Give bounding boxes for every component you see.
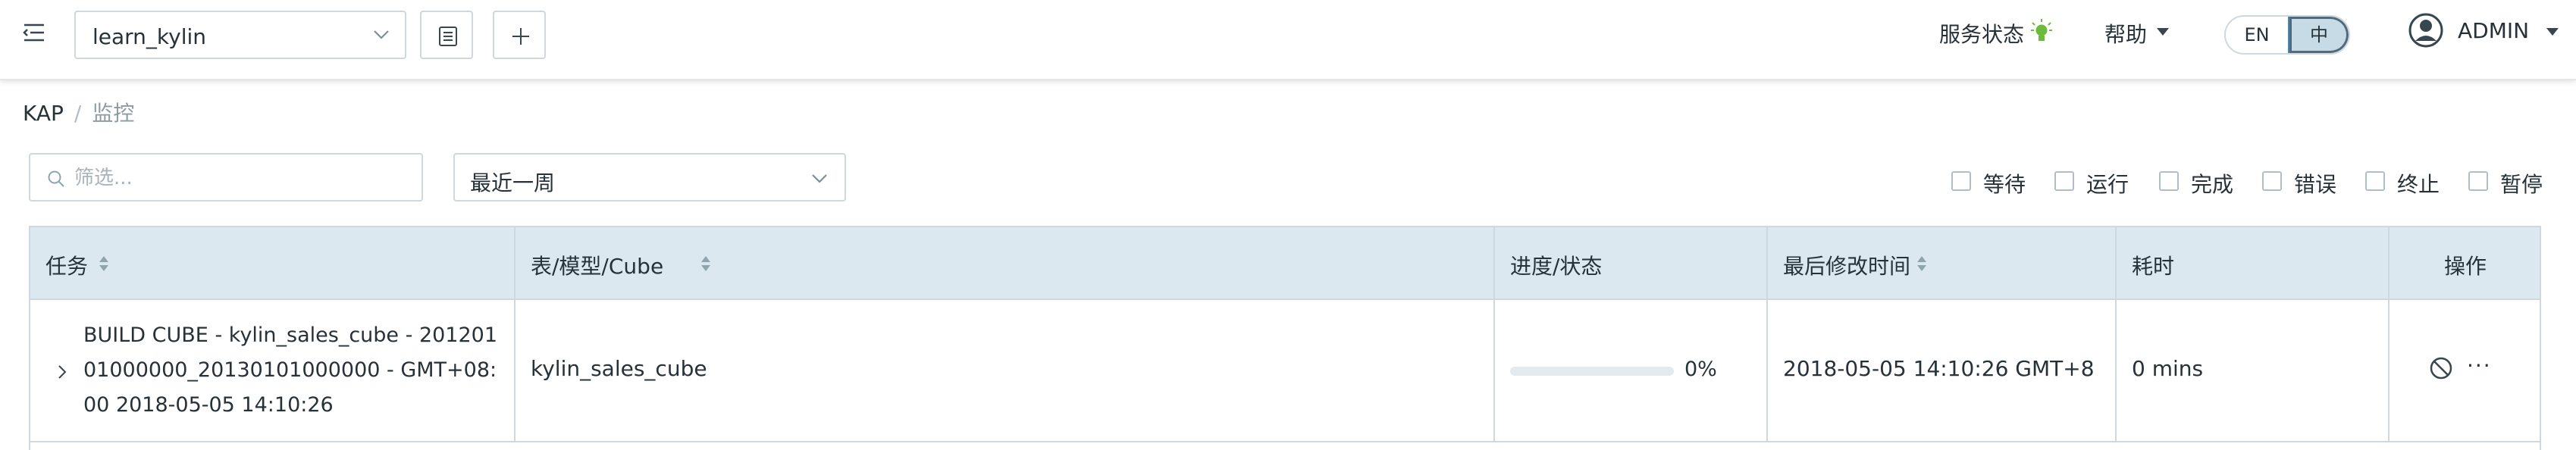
target-cell: kylin_sales_cube — [516, 300, 1495, 441]
project-select-value: learn_kylin — [92, 24, 207, 49]
sort-icon[interactable] — [99, 253, 109, 274]
time-range-value: 最近一周 — [470, 170, 556, 195]
column-header-label: 操作 — [2444, 254, 2487, 279]
progress-percent: 0% — [1684, 358, 1717, 381]
search-input[interactable] — [74, 164, 408, 192]
caret-down-icon[interactable] — [2156, 27, 2170, 36]
status-filter-label: 错误 — [2294, 172, 2337, 197]
job-name: BUILD CUBE - kylin_sales_cube - 20120101… — [83, 323, 498, 417]
column-header-label: 进度/状态 — [1510, 254, 1603, 279]
top-bar: learn_kylin 服务状态 帮助 EN 中 ADMIN — [0, 0, 2576, 80]
checkbox[interactable] — [1951, 171, 1971, 191]
table-row — [30, 442, 2540, 450]
checkbox[interactable] — [2159, 171, 2179, 191]
search-icon — [48, 170, 64, 187]
column-header-last-modified[interactable]: 最后修改时间 — [1768, 227, 2117, 300]
column-header-label: 表/模型/Cube — [531, 254, 664, 279]
hamburger-icon[interactable] — [23, 21, 45, 44]
project-select[interactable]: learn_kylin — [74, 11, 406, 59]
chevron-down-icon — [374, 30, 389, 39]
lang-zh-option[interactable]: 中 — [2288, 17, 2349, 53]
column-header-actions: 操作 — [2390, 227, 2540, 300]
column-header-job[interactable]: 任务 — [30, 227, 516, 300]
status-filter-label: 暂停 — [2500, 172, 2543, 197]
table-row[interactable]: BUILD CUBE - kylin_sales_cube - 20120101… — [30, 300, 2540, 442]
column-header-target[interactable]: 表/模型/Cube — [516, 227, 1495, 300]
status-filter-label: 完成 — [2191, 172, 2234, 197]
search-field[interactable] — [29, 153, 423, 202]
sort-icon[interactable] — [700, 253, 711, 274]
breadcrumb: KAP / 监控 — [23, 97, 134, 127]
column-header-progress: 进度/状态 — [1495, 227, 1768, 300]
list-icon — [439, 27, 457, 46]
actions-cell: ··· — [2390, 300, 2540, 441]
service-status-label[interactable]: 服务状态 — [1939, 18, 2024, 48]
last-modified-time: 2018-05-05 14:10:26 GMT+8 — [1783, 356, 2095, 381]
breadcrumb-current: 监控 — [92, 101, 135, 126]
progress-cell: 0% — [1495, 300, 1768, 441]
chevron-down-icon — [812, 174, 827, 183]
project-list-button[interactable] — [420, 11, 473, 59]
duration-value: 0 mins — [2132, 356, 2204, 381]
last-modified-cell: 2018-05-05 14:10:26 GMT+8 — [1768, 300, 2117, 441]
time-range-select[interactable]: 最近一周 — [453, 153, 846, 202]
job-cell: BUILD CUBE - kylin_sales_cube - 20120101… — [30, 300, 516, 441]
caret-down-icon[interactable] — [2546, 27, 2559, 36]
status-filter-label: 运行 — [2086, 172, 2129, 197]
progress-bar — [1510, 367, 1674, 376]
breadcrumb-root[interactable]: KAP — [23, 101, 64, 126]
user-circle-icon[interactable] — [2408, 12, 2444, 48]
column-header-duration: 耗时 — [2117, 227, 2390, 300]
jobs-table: 任务 表/模型/Cube 进度/状态 最后修改时间 耗时 操作 BUILD CU… — [29, 226, 2541, 450]
status-filter-label: 等待 — [1983, 172, 2026, 197]
user-menu[interactable]: ADMIN — [2458, 18, 2529, 43]
checkbox[interactable] — [2054, 171, 2074, 191]
chevron-right-icon[interactable] — [56, 364, 68, 380]
duration-cell: 0 mins — [2117, 300, 2390, 441]
more-icon[interactable]: ··· — [2467, 353, 2492, 378]
table-header: 任务 表/模型/Cube 进度/状态 最后修改时间 耗时 操作 — [30, 227, 2540, 300]
checkbox[interactable] — [2365, 171, 2385, 191]
status-filter-label: 终止 — [2397, 172, 2440, 197]
breadcrumb-separator: / — [74, 101, 82, 126]
column-header-label: 最后修改时间 — [1783, 254, 1911, 279]
lang-en-option[interactable]: EN — [2226, 17, 2288, 53]
column-header-label: 耗时 — [2132, 254, 2175, 279]
column-header-label: 任务 — [45, 254, 89, 279]
checkbox[interactable] — [2262, 171, 2282, 191]
add-project-button[interactable] — [493, 11, 546, 59]
checkbox[interactable] — [2468, 171, 2488, 191]
sort-icon[interactable] — [1916, 253, 1927, 274]
language-toggle[interactable]: EN 中 — [2224, 15, 2350, 55]
help-menu[interactable]: 帮助 — [2104, 18, 2147, 48]
target-name: kylin_sales_cube — [531, 356, 707, 381]
lightbulb-icon[interactable] — [2030, 18, 2053, 44]
ban-icon[interactable] — [2429, 356, 2453, 380]
plus-icon — [512, 28, 529, 45]
